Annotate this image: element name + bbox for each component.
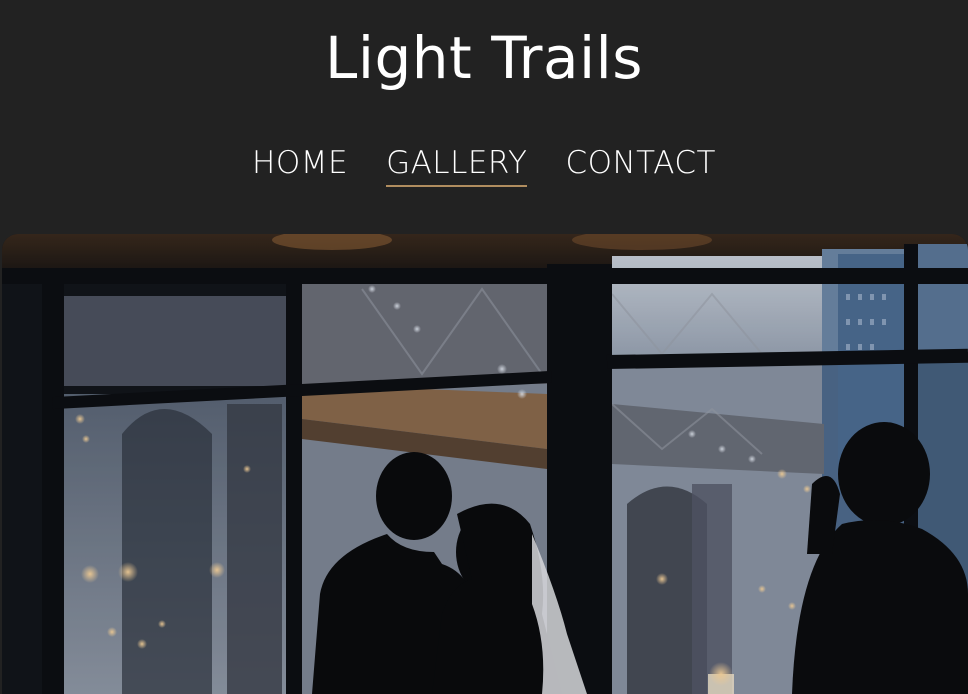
hero-photo [2, 234, 968, 694]
nav-contact[interactable]: CONTACT [565, 140, 716, 186]
nav-home[interactable]: HOME [252, 140, 348, 186]
main-nav: HOME GALLERY CONTACT [0, 140, 968, 187]
wedding-photo-image [2, 234, 968, 694]
site-title: Light Trails [325, 24, 643, 92]
site-header: Light Trails HOME GALLERY CONTACT [0, 0, 968, 234]
nav-gallery[interactable]: GALLERY [386, 140, 528, 187]
